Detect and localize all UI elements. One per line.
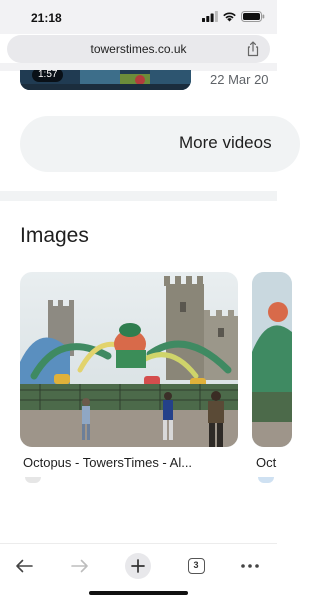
tabs-button[interactable]: 3 [180, 550, 212, 582]
video-thumbnail[interactable]: 1:57 [20, 70, 191, 90]
url-text[interactable]: towerstimes.co.uk [7, 42, 270, 56]
image-card[interactable] [252, 272, 292, 447]
image-card[interactable] [20, 272, 238, 447]
address-bar[interactable]: towerstimes.co.uk [7, 35, 270, 63]
tabs-icon: 3 [187, 558, 205, 574]
plus-icon [131, 559, 145, 573]
video-duration: 1:57 [32, 70, 64, 82]
share-icon[interactable] [246, 41, 260, 57]
status-icons [202, 11, 265, 22]
more-icon [241, 564, 259, 568]
status-time: 21:18 [31, 11, 62, 25]
more-videos-label: More videos [179, 133, 272, 152]
second-image [252, 272, 292, 447]
more-menu-button[interactable] [234, 550, 266, 582]
favicon-icon [25, 477, 41, 483]
image-caption[interactable]: Octopus - TowersTimes - Al... [23, 455, 192, 470]
favicon-icon [258, 477, 274, 483]
wifi-icon [223, 12, 236, 22]
section-divider [0, 191, 277, 201]
back-button[interactable] [8, 550, 40, 582]
home-indicator [89, 591, 188, 595]
status-bar: 21:18 [0, 0, 277, 34]
battery-icon [241, 11, 265, 22]
images-heading: Images [20, 224, 89, 247]
signal-icon [202, 11, 218, 22]
forward-arrow-icon [71, 559, 88, 573]
image-caption[interactable]: Oct [256, 455, 276, 470]
forward-button[interactable] [64, 550, 96, 582]
new-tab-circle [125, 553, 151, 579]
video-date: 22 Mar 20 [210, 72, 269, 87]
more-videos-button[interactable]: More videos [20, 116, 300, 172]
new-tab-button[interactable] [122, 550, 154, 582]
back-arrow-icon [16, 559, 33, 573]
octopus-ride-image [20, 272, 238, 447]
